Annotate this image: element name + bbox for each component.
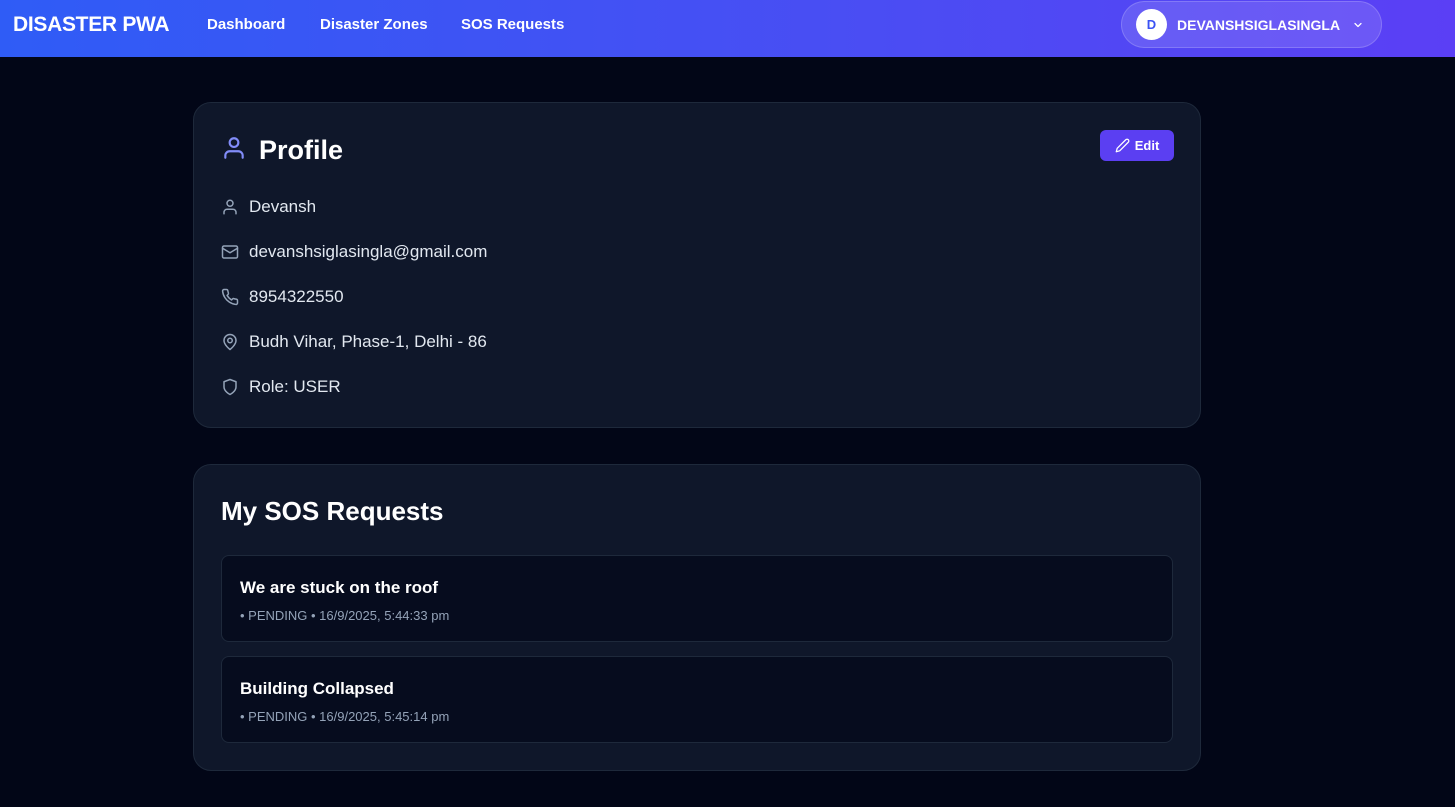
sos-requests-card: My SOS Requests We are stuck on the roof… bbox=[193, 464, 1201, 771]
profile-phone: 8954322550 bbox=[249, 287, 344, 306]
sos-request-meta: • PENDING • 16/9/2025, 5:45:14 pm bbox=[240, 709, 450, 724]
user-icon bbox=[221, 134, 247, 167]
nav-link-dashboard[interactable]: Dashboard bbox=[207, 16, 285, 33]
user-name: DEVANSHSIGLASINGLA bbox=[1177, 16, 1341, 33]
brand-logo[interactable]: DISASTER PWA bbox=[13, 13, 170, 37]
profile-name-row: Devansh bbox=[221, 197, 316, 217]
user-icon bbox=[221, 198, 239, 216]
map-pin-icon bbox=[221, 333, 239, 351]
edit-profile-button[interactable]: Edit bbox=[1100, 130, 1174, 161]
profile-title: Profile bbox=[259, 135, 344, 165]
sos-request-meta: • PENDING • 16/9/2025, 5:44:33 pm bbox=[240, 608, 450, 623]
profile-role: Role: USER bbox=[249, 377, 341, 396]
profile-role-row: Role: USER bbox=[221, 377, 341, 397]
profile-email: devanshsiglasingla@gmail.com bbox=[249, 242, 488, 261]
sos-request-title: Building Collapsed bbox=[240, 679, 394, 698]
profile-address-row: Budh Vihar, Phase-1, Delhi - 86 bbox=[221, 332, 487, 352]
profile-email-row: devanshsiglasingla@gmail.com bbox=[221, 242, 487, 262]
profile-phone-row: 8954322550 bbox=[221, 287, 344, 307]
top-navbar: DISASTER PWA Dashboard Disaster Zones SO… bbox=[0, 0, 1455, 57]
profile-address: Budh Vihar, Phase-1, Delhi - 86 bbox=[249, 332, 487, 351]
sos-request-item[interactable]: Building Collapsed • PENDING • 16/9/2025… bbox=[221, 656, 1173, 743]
sos-request-item[interactable]: We are stuck on the roof • PENDING • 16/… bbox=[221, 555, 1173, 642]
profile-card: Profile Edit Devansh devanshsiglasingla@… bbox=[193, 102, 1201, 428]
avatar: D bbox=[1136, 9, 1167, 40]
chevron-down-icon bbox=[1352, 19, 1364, 31]
pencil-icon bbox=[1115, 138, 1130, 153]
edit-label: Edit bbox=[1134, 138, 1160, 153]
sos-section-title: My SOS Requests bbox=[221, 496, 444, 526]
sos-request-title: We are stuck on the roof bbox=[240, 578, 439, 597]
shield-icon bbox=[221, 378, 239, 396]
profile-header: Profile bbox=[221, 134, 343, 167]
nav-link-sos-requests[interactable]: SOS Requests bbox=[461, 16, 564, 33]
profile-name: Devansh bbox=[249, 197, 317, 216]
nav-link-disaster-zones[interactable]: Disaster Zones bbox=[320, 16, 428, 33]
user-menu-button[interactable]: D DEVANSHSIGLASINGLA bbox=[1121, 1, 1382, 48]
mail-icon bbox=[221, 243, 239, 261]
phone-icon bbox=[221, 288, 239, 306]
